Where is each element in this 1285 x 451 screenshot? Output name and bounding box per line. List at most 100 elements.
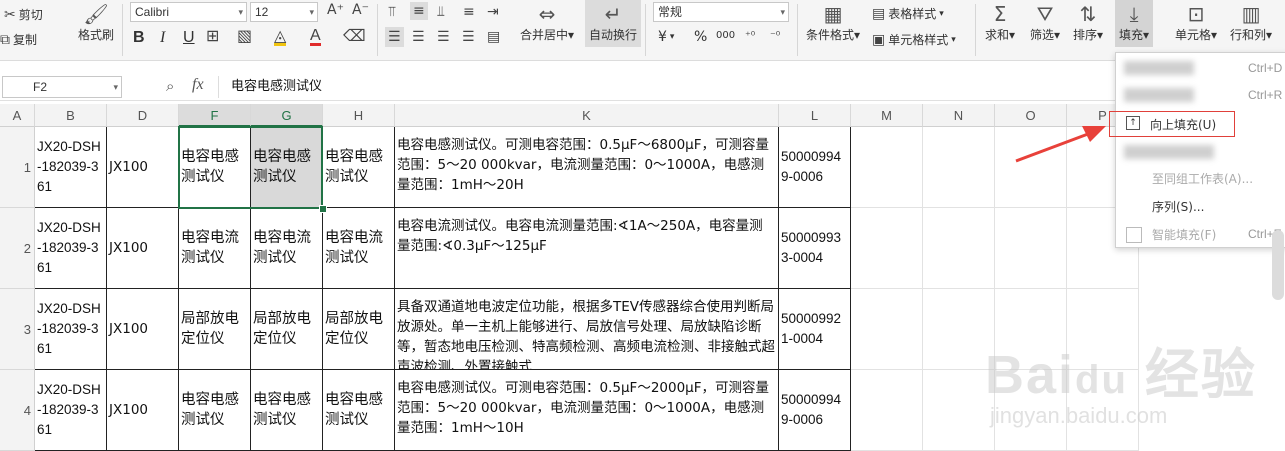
cell-f[interactable]: 局部放电定位仪 [179,289,251,370]
vertical-scrollbar[interactable] [1272,230,1284,300]
row-header[interactable]: 1 [0,127,35,208]
thousands-button[interactable]: 000 [716,30,735,41]
cell-d[interactable]: JX100 [107,127,179,208]
column-header-d[interactable]: D [107,104,179,127]
font-size-select[interactable]: 12 ▾ [250,2,318,22]
underline-button[interactable]: U [183,29,195,47]
cell-l[interactable]: 500009921-0004 [779,289,851,370]
percent-button[interactable]: % [694,29,707,45]
cell-b[interactable]: JX20-DSH-182039-361 [35,127,107,208]
align-left-button[interactable]: ☰ [385,27,404,47]
cell-l[interactable]: 500009949-0006 [779,127,851,208]
currency-button[interactable]: ¥ ▾ [658,29,674,45]
column-header-k[interactable]: K [395,104,779,127]
column-header-a[interactable]: A [0,104,35,127]
fx-button[interactable]: fx [192,76,204,94]
clear-button[interactable]: ⌫ [343,28,366,44]
table-style-button[interactable]: ▤ 表格样式 ▾ [872,5,944,22]
menu-item-fill-left[interactable] [1116,139,1285,165]
cell-style-button[interactable]: ▣ 单元格样式 ▾ [872,31,956,48]
column-header-l[interactable]: L [779,104,851,127]
fill-handle[interactable] [319,205,327,213]
cell-h[interactable]: 局部放电定位仪 [323,289,395,370]
font-shrink-button[interactable]: A⁻ [352,3,369,17]
empty-cell[interactable] [851,127,923,208]
copy-button[interactable]: ⧉ 复制 [0,31,37,48]
sum-button[interactable]: Σ 求和▾ [985,2,1015,43]
justify-button[interactable]: ☰ [462,30,475,44]
zoom-icon[interactable]: ⌕ [166,77,174,95]
border-button[interactable]: ⊞ [206,28,219,44]
cell-f[interactable]: 电容电感测试仪 [179,127,251,208]
column-header-h[interactable]: H [323,104,395,127]
empty-cell[interactable] [851,370,923,451]
cell-g[interactable]: 电容电流测试仪 [251,208,323,289]
align-bottom-button[interactable]: ⫫ [437,5,445,19]
bold-button[interactable]: B [133,29,145,47]
align-center-button[interactable]: ☰ [412,30,425,44]
cell-h[interactable]: 电容电感测试仪 [323,127,395,208]
column-header-g[interactable]: G [251,104,323,127]
cell-d[interactable]: JX100 [107,370,179,451]
cell-k[interactable]: 电容电感测试仪。可测电容范围：0.5μF～2000μF，可测容量范围：5～20 … [395,370,779,451]
cell-l[interactable]: 500009933-0004 [779,208,851,289]
highlight-button[interactable]: ◬ [274,28,287,46]
cell-h[interactable]: 电容电流测试仪 [323,208,395,289]
distribute-button[interactable]: ▤ [487,30,500,44]
cell-d[interactable]: JX100 [107,208,179,289]
cell-g[interactable]: 局部放电定位仪 [251,289,323,370]
cell-g[interactable]: 电容电感测试仪 [251,127,323,208]
fill-color-button[interactable]: ▧ [237,28,252,44]
empty-cell[interactable] [851,208,923,289]
cut-button[interactable]: ✂ 剪切 [4,6,43,23]
menu-item-fill-up[interactable]: ↑ 向上填充(U) [1109,111,1235,137]
column-header-n[interactable]: N [923,104,995,127]
increase-decimal-button[interactable]: ⁺⁰ [745,29,755,43]
cell-b[interactable]: JX20-DSH-182039-361 [35,370,107,451]
number-format-select[interactable]: 常规 ▾ [653,2,789,22]
filter-button[interactable]: ⛛ 筛选▾ [1030,2,1060,43]
conditional-format-button[interactable]: ▦ 条件格式▾ [806,2,860,43]
cell-b[interactable]: JX20-DSH-182039-361 [35,208,107,289]
wrap-text-button[interactable]: ↵ 自动换行 [585,0,642,47]
cell-b[interactable]: JX20-DSH-182039-361 [35,289,107,370]
cells-button[interactable]: ⊡ 单元格▾ [1175,2,1217,43]
row-header[interactable]: 4 [0,370,35,451]
cell-h[interactable]: 电容电感测试仪 [323,370,395,451]
merge-center-button[interactable]: ⇔ 合并居中▾ [520,2,574,43]
orientation-button[interactable]: ≡ [463,5,475,19]
rows-cols-button[interactable]: ▥ 行和列▾ [1230,2,1272,43]
name-box[interactable]: F2 ▾ [2,76,122,98]
font-name-select[interactable]: Calibri ▾ [130,2,247,22]
column-header-b[interactable]: B [35,104,107,127]
menu-item-fill-right[interactable]: Ctrl+R [1116,82,1285,108]
indent-button[interactable]: ⇥ [487,5,499,19]
cell-l[interactable]: 500009949-0006 [779,370,851,451]
cell-k[interactable]: 电容电流测试仪。电容电流测量范围:∢1A～250A，电容量测量范围:∢0.3μF… [395,208,779,289]
column-header-f[interactable]: F [179,104,251,127]
sort-button[interactable]: ⇅ 排序▾ [1073,2,1103,43]
column-header-m[interactable]: M [851,104,923,127]
empty-cell[interactable] [923,127,995,208]
font-color-button[interactable]: A [310,28,321,46]
empty-cell[interactable] [923,208,995,289]
empty-cell[interactable] [851,289,923,370]
align-middle-button[interactable]: ≡ [410,2,428,20]
cell-k[interactable]: 具备双通道地电波定位功能，根据多TEV传感器综合使用判断局放源处。单一主机上能够… [395,289,779,370]
format-painter-button[interactable]: 🖌 格式刷 [78,2,114,43]
font-grow-button[interactable]: A⁺ [327,3,344,17]
cell-k[interactable]: 电容电感测试仪。可测电容范围：0.5μF～6800μF，可测容量范围：5～20 … [395,127,779,208]
fill-button[interactable]: ⤓ 填充▾ [1115,0,1154,47]
cell-d[interactable]: JX100 [107,289,179,370]
cell-g[interactable]: 电容电感测试仪 [251,370,323,451]
italic-button[interactable]: I [160,29,165,47]
row-header[interactable]: 3 [0,289,35,370]
align-right-button[interactable]: ☰ [437,30,450,44]
row-header[interactable]: 2 [0,208,35,289]
cell-f[interactable]: 电容电流测试仪 [179,208,251,289]
menu-item-fill-down[interactable]: Ctrl+D [1116,55,1285,81]
decrease-decimal-button[interactable]: ⁻⁰ [770,29,780,43]
align-top-button[interactable]: ⫪ [388,5,396,19]
empty-cell[interactable] [995,208,1067,289]
menu-item-series[interactable]: 序列(S)... [1116,193,1285,219]
